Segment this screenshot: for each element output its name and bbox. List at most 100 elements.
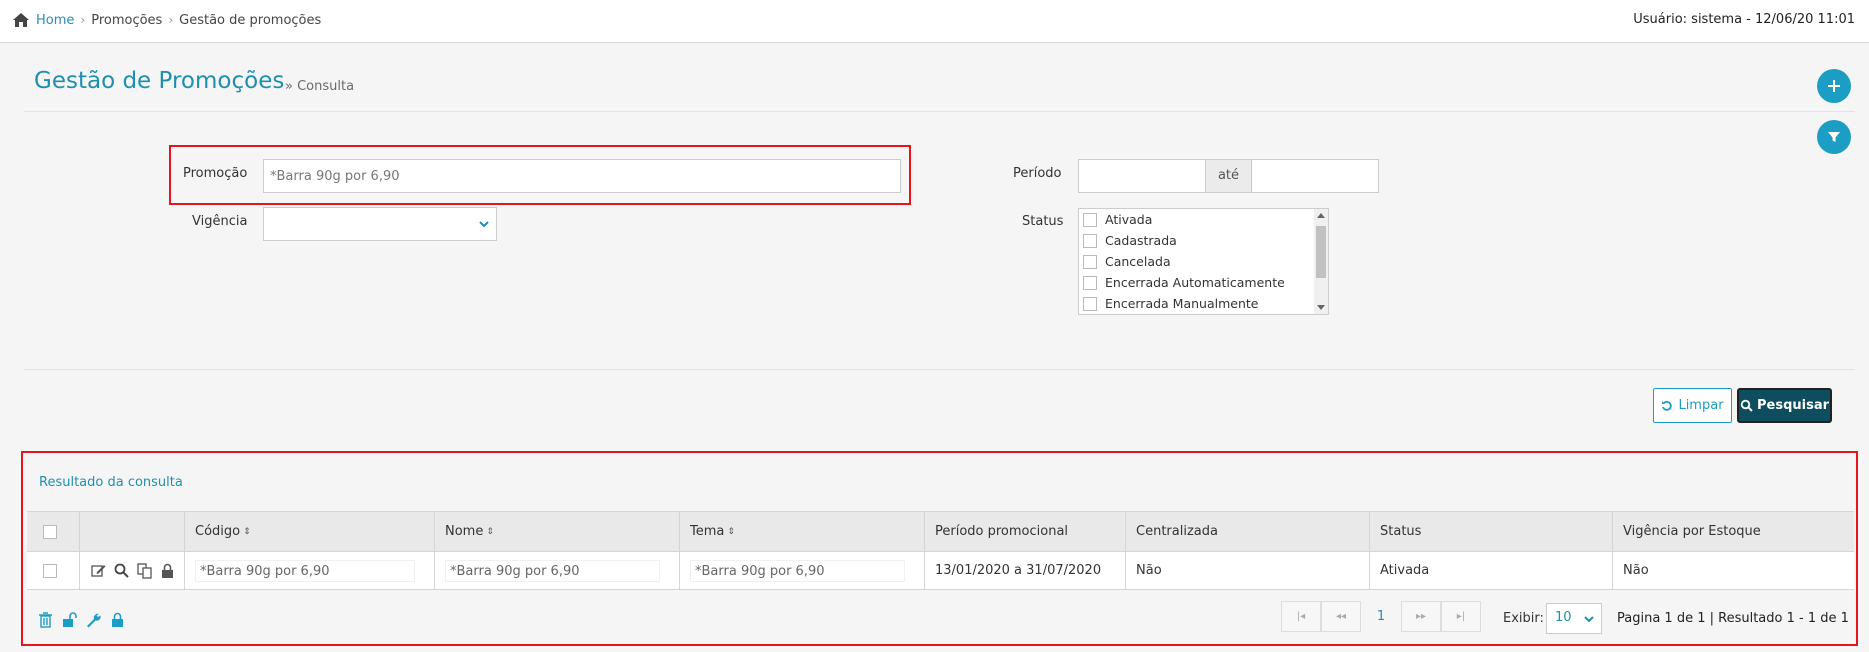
top-bar: Home › Promoções › Gestão de promoções U… — [0, 0, 1869, 43]
status-option[interactable]: Encerrada Automaticamente — [1079, 272, 1328, 293]
column-header-vigencia-estoque: Vigência por Estoque — [1613, 512, 1854, 551]
breadcrumb-separator: › — [80, 13, 86, 27]
scroll-down-arrow[interactable] — [1317, 305, 1325, 310]
trash-icon[interactable] — [37, 611, 54, 628]
search-icon[interactable] — [113, 562, 130, 579]
lock-icon[interactable] — [159, 562, 176, 579]
select-all-checkbox[interactable] — [43, 524, 57, 539]
scroll-up-arrow[interactable] — [1317, 213, 1325, 218]
breadcrumb-item-promocoes[interactable]: Promoções — [91, 13, 162, 28]
checkbox[interactable] — [1083, 212, 1097, 227]
add-promotion-button[interactable] — [1817, 69, 1851, 103]
page-title: Gestão de Promoções — [34, 68, 285, 94]
scrollbar-thumb[interactable] — [1316, 226, 1326, 278]
filter-toggle-button[interactable] — [1817, 120, 1851, 154]
status-option-label: Cadastrada — [1105, 233, 1177, 248]
status-option-label: Ativada — [1105, 212, 1153, 227]
search-icon — [1740, 399, 1753, 412]
checkbox[interactable] — [1083, 254, 1097, 269]
cell-status: Ativada — [1370, 552, 1613, 589]
breadcrumb-home-link[interactable]: Home — [36, 13, 74, 28]
status-listbox[interactable]: Ativada Cadastrada Cancelada Encerrada A… — [1078, 208, 1329, 315]
column-header-label: Tema — [690, 524, 725, 539]
checkbox[interactable] — [1083, 296, 1097, 311]
sort-icon[interactable]: ⇕ — [486, 527, 494, 537]
edit-icon[interactable] — [90, 562, 107, 579]
sort-icon[interactable]: ⇕ — [727, 527, 735, 537]
results-panel: Resultado da consulta Código ⇕ Nome ⇕ Tema… — [21, 451, 1858, 646]
filter-icon — [1828, 132, 1840, 142]
limpar-button[interactable]: Limpar — [1653, 388, 1732, 423]
cell-codigo: *Barra 90g por 6,90 — [185, 552, 435, 589]
next-page-button[interactable]: ▸▸ — [1401, 601, 1441, 632]
cell-vigencia-estoque: Não — [1623, 563, 1649, 578]
cell-centralizada: Não — [1126, 552, 1370, 589]
page-size-value: 10 — [1555, 610, 1572, 625]
cell-nome: *Barra 90g por 6,90 — [435, 552, 680, 589]
status-option[interactable]: Cadastrada — [1079, 230, 1328, 251]
column-header-tema[interactable]: Tema ⇕ — [680, 512, 925, 551]
pesquisar-button[interactable]: Pesquisar — [1737, 388, 1832, 423]
status-option[interactable]: Encerrada Manualmente — [1079, 293, 1328, 314]
column-header-label: Nome — [445, 524, 484, 539]
table-row: *Barra 90g por 6,90 *Barra 90g por 6,90 … — [27, 552, 1854, 590]
divider — [24, 369, 1855, 370]
first-page-button[interactable]: |◂ — [1281, 601, 1321, 632]
pesquisar-label: Pesquisar — [1756, 398, 1830, 413]
lock-icon[interactable] — [109, 611, 126, 628]
unlock-icon[interactable] — [61, 611, 78, 628]
status-option[interactable]: Ativada — [1079, 209, 1328, 230]
status-option-label: Cancelada — [1105, 254, 1171, 269]
plus-icon — [1828, 80, 1840, 92]
column-header-periodo: Período promocional — [925, 512, 1126, 551]
copy-icon[interactable] — [136, 562, 153, 579]
column-header-nome[interactable]: Nome ⇕ — [435, 512, 680, 551]
breadcrumb-item-gestao: Gestão de promoções — [179, 12, 322, 28]
chevron-down-icon — [1584, 616, 1594, 623]
status-option-label: Encerrada Automaticamente — [1105, 275, 1285, 290]
column-header-status: Status — [1370, 512, 1613, 551]
row-actions — [80, 552, 185, 589]
results-title: Resultado da consulta — [39, 475, 183, 490]
page-subtitle-text: Consulta — [297, 79, 355, 94]
column-header-codigo[interactable]: Código ⇕ — [185, 512, 435, 551]
sort-icon[interactable]: ⇕ — [243, 527, 251, 537]
last-page-button[interactable]: ▸| — [1441, 601, 1481, 632]
checkbox[interactable] — [1083, 275, 1097, 290]
home-icon[interactable] — [12, 12, 30, 28]
promocao-input[interactable] — [263, 159, 901, 193]
cell-tema: *Barra 90g por 6,90 — [680, 552, 925, 589]
page-subtitle: » Consulta — [285, 79, 355, 94]
bulk-actions — [37, 611, 126, 628]
periodo-from-input[interactable] — [1078, 159, 1206, 193]
exibir-label: Exibir: — [1503, 611, 1544, 626]
select-all-cell — [27, 512, 80, 551]
vigencia-select[interactable] — [263, 207, 497, 241]
periodo-ate-addon: até — [1205, 159, 1252, 193]
status-label: Status — [1022, 214, 1064, 229]
breadcrumb-separator: › — [168, 13, 174, 27]
scrollbar[interactable] — [1314, 209, 1328, 314]
vigencia-label: Vigência — [192, 214, 248, 229]
reset-icon — [1662, 400, 1673, 411]
column-header-label: Status — [1380, 524, 1422, 539]
periodo-to-input[interactable] — [1251, 159, 1379, 193]
divider — [24, 111, 1855, 112]
checkbox[interactable] — [1083, 233, 1097, 248]
wrench-icon[interactable] — [85, 611, 102, 628]
periodo-label: Período — [1013, 166, 1062, 181]
column-header-label: Vigência por Estoque — [1623, 524, 1761, 539]
column-header-centralizada: Centralizada — [1126, 512, 1370, 551]
promocao-label: Promoção — [183, 166, 248, 181]
status-option[interactable]: Cancelada — [1079, 251, 1328, 272]
column-header-label: Código — [195, 524, 241, 539]
tema-value: *Barra 90g por 6,90 — [690, 559, 906, 582]
table-header: Código ⇕ Nome ⇕ Tema ⇕ Período promocional … — [27, 511, 1854, 552]
current-page[interactable]: 1 — [1361, 601, 1401, 632]
nome-value: *Barra 90g por 6,90 — [445, 559, 661, 582]
prev-page-button[interactable]: ◂◂ — [1321, 601, 1361, 632]
row-select-cell — [27, 552, 80, 589]
row-checkbox[interactable] — [43, 563, 57, 578]
status-option-label: Encerrada Manualmente — [1105, 296, 1259, 311]
page-size-select[interactable]: 10 — [1546, 603, 1602, 634]
